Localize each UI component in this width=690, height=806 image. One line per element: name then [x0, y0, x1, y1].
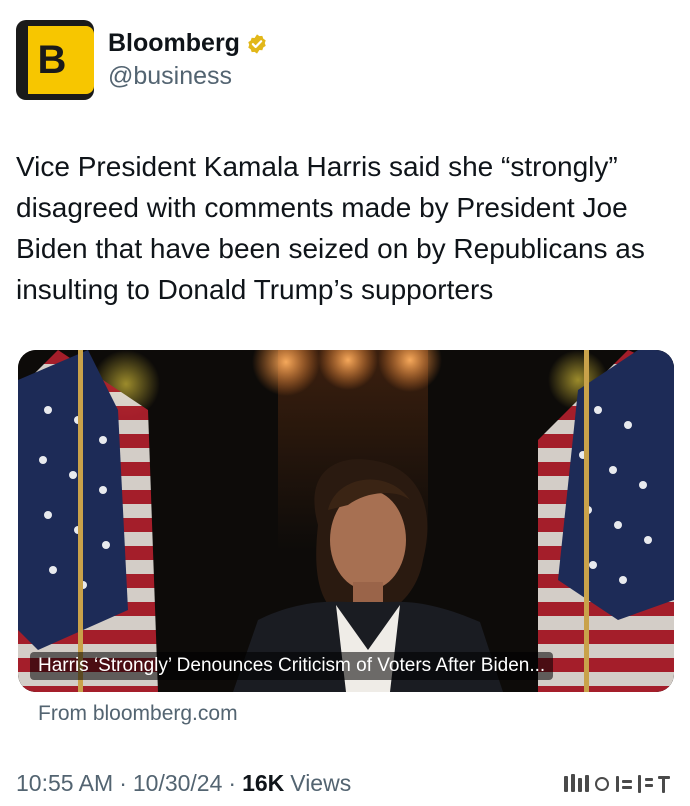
watermark-icon — [564, 774, 670, 793]
meta-separator: · — [119, 770, 127, 796]
avatar-letter: B — [37, 38, 67, 82]
account-names: Bloomberg @business — [108, 29, 268, 91]
card-image — [18, 350, 674, 692]
card-title[interactable]: Harris ‘Strongly’ Denounces Criticism of… — [30, 652, 554, 680]
tweet-time[interactable]: 10:55 AM — [16, 770, 113, 797]
views-count: 16K — [242, 770, 285, 796]
tweet-header: B Bloomberg @business — [16, 20, 268, 100]
meta-separator: · — [228, 770, 237, 796]
verified-badge-icon — [248, 33, 266, 54]
display-name[interactable]: Bloomberg — [108, 29, 240, 58]
tweet-meta: 10:55 AM · 10/30/24 · 16K Views — [16, 770, 351, 797]
views-label: Views — [290, 770, 352, 796]
display-name-row[interactable]: Bloomberg — [108, 29, 268, 58]
avatar[interactable]: B — [16, 20, 94, 100]
account-handle[interactable]: @business — [108, 62, 268, 91]
card-source[interactable]: From bloomberg.com — [38, 702, 238, 726]
tweet-text: Vice President Kamala Harris said she “s… — [16, 151, 645, 305]
link-card[interactable]: Harris ‘Strongly’ Denounces Criticism of… — [18, 350, 674, 692]
tweet-date[interactable]: 10/30/24 — [133, 770, 223, 797]
